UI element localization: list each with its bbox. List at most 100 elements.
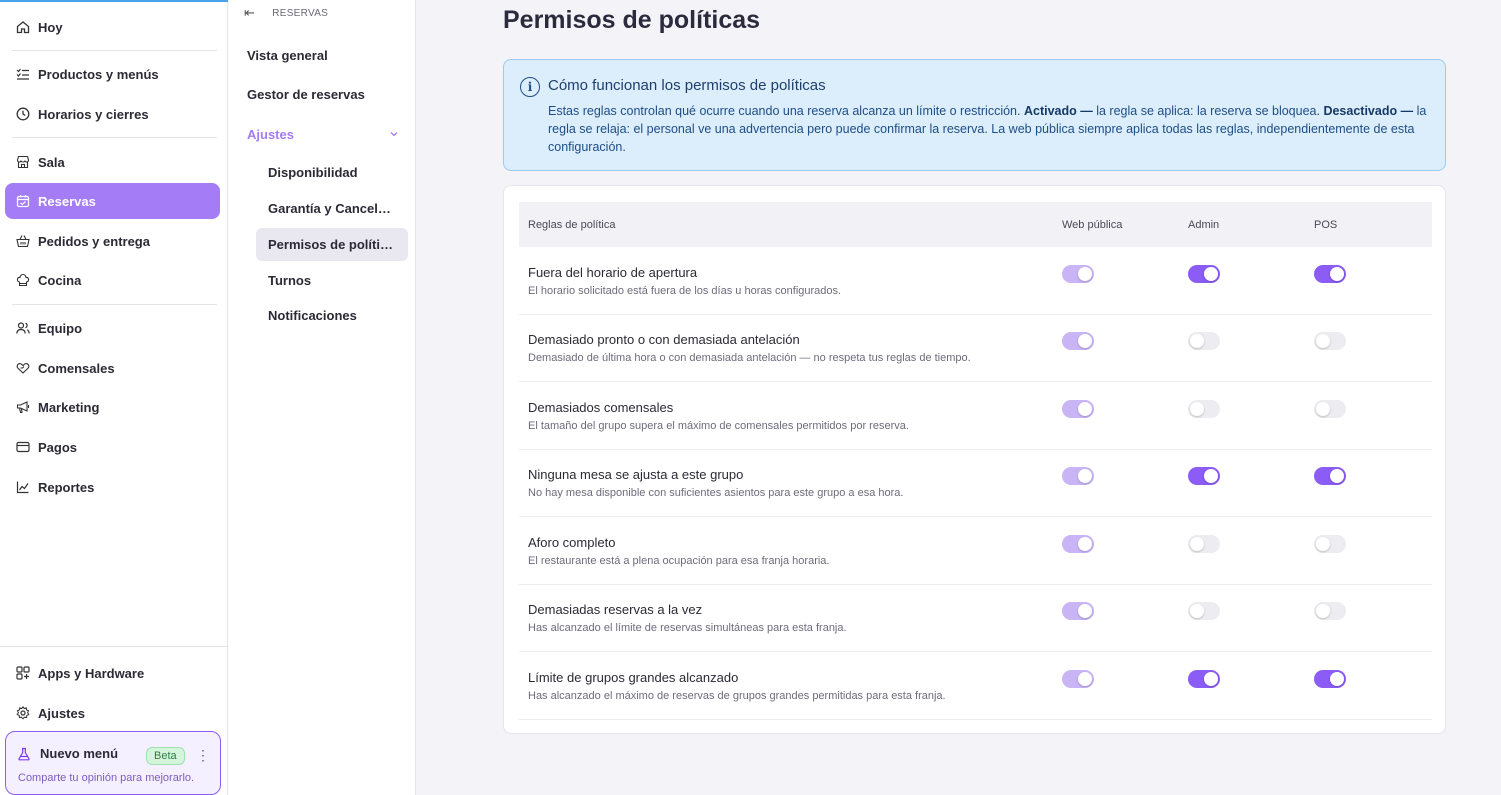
- back-to-reservas[interactable]: ⇤ RESERVAS: [244, 5, 328, 21]
- sidebar-item-marketing[interactable]: Marketing: [5, 389, 220, 425]
- flask-icon: [17, 747, 31, 761]
- calendar-icon: [16, 194, 30, 208]
- admin-toggle[interactable]: [1188, 670, 1220, 688]
- sidebar-item-ajustes[interactable]: Ajustes: [5, 695, 220, 731]
- chart-icon: [16, 480, 30, 494]
- info-body: Estas reglas controlan qué ocurre cuando…: [548, 102, 1433, 156]
- toggle-knob: [1316, 604, 1330, 618]
- heart-hand-icon: [16, 361, 30, 375]
- sidebar-item-horarios[interactable]: Horarios y cierres: [5, 96, 220, 132]
- toggle-knob: [1078, 672, 1092, 686]
- sidebar-item-reservas[interactable]: Reservas: [5, 183, 220, 219]
- sidebar-item-label: Comensales: [38, 360, 115, 376]
- toggle-knob: [1078, 334, 1092, 348]
- subnav-child-garantia[interactable]: Garantía y Cancelación: [256, 192, 408, 225]
- subnav-item-gestor[interactable]: Gestor de reservas: [247, 84, 365, 104]
- rule-title: Demasiadas reservas a la vez: [528, 602, 703, 617]
- subnav-group-ajustes[interactable]: Ajustes: [247, 124, 399, 144]
- sidebar-item-label: Cocina: [38, 272, 82, 288]
- pos-toggle[interactable]: [1314, 332, 1346, 350]
- rule-title: Aforo completo: [528, 535, 616, 550]
- table-row: Demasiado pronto o con demasiada antelac…: [519, 315, 1432, 382]
- basket-icon: [16, 234, 30, 248]
- list-check-icon: [16, 67, 30, 81]
- rule-description: Demasiado de última hora o con demasiada…: [528, 352, 971, 364]
- more-options-icon[interactable]: ⋮: [196, 747, 210, 764]
- toggle-knob: [1190, 604, 1204, 618]
- clock-icon: [16, 107, 30, 121]
- info-icon: i: [520, 77, 540, 97]
- subnav-child-notificaciones[interactable]: Notificaciones: [256, 299, 408, 332]
- subnav-item-vista-general[interactable]: Vista general: [247, 45, 328, 65]
- sidebar-item-pagos[interactable]: Pagos: [5, 429, 220, 465]
- sidebar-item-hoy[interactable]: Hoy: [5, 9, 220, 45]
- toggle-knob: [1190, 537, 1204, 551]
- admin-toggle[interactable]: [1188, 535, 1220, 553]
- admin-toggle[interactable]: [1188, 332, 1220, 350]
- sidebar-item-sala[interactable]: Sala: [5, 144, 220, 180]
- pos-toggle[interactable]: [1314, 467, 1346, 485]
- admin-toggle[interactable]: [1188, 265, 1220, 283]
- sidebar-item-comensales[interactable]: Comensales: [5, 350, 220, 386]
- sidebar-item-productos[interactable]: Productos y menús: [5, 56, 220, 92]
- card-icon: [16, 440, 30, 454]
- rule-title: Demasiados comensales: [528, 400, 674, 415]
- web-toggle: [1062, 602, 1094, 620]
- column-header: POS: [1314, 218, 1338, 231]
- pos-toggle[interactable]: [1314, 535, 1346, 553]
- pos-toggle[interactable]: [1314, 670, 1346, 688]
- sidebar-item-apps[interactable]: Apps y Hardware: [5, 655, 220, 691]
- sidebar-item-pedidos[interactable]: Pedidos y entrega: [5, 223, 220, 259]
- column-header: Web pública: [1062, 218, 1123, 231]
- admin-toggle[interactable]: [1188, 467, 1220, 485]
- info-text: Estas reglas controlan qué ocurre cuando…: [548, 104, 1021, 118]
- main-sidebar: Hoy Productos y menús Horarios y cierres…: [0, 0, 228, 795]
- sidebar-item-cocina[interactable]: Cocina: [5, 262, 220, 298]
- toggle-knob: [1078, 267, 1092, 281]
- page-title: Permisos de políticas: [503, 6, 761, 34]
- subnav-group-label: Ajustes: [247, 126, 294, 142]
- divider: [12, 50, 217, 51]
- web-toggle: [1062, 670, 1094, 688]
- sidebar-item-reportes[interactable]: Reportes: [5, 469, 220, 505]
- rule-title: Ninguna mesa se ajusta a este grupo: [528, 467, 744, 482]
- toggle-knob: [1316, 402, 1330, 416]
- subnav-child-label: Turnos: [268, 273, 312, 288]
- pos-toggle[interactable]: [1314, 265, 1346, 283]
- toggle-knob: [1078, 469, 1092, 483]
- admin-toggle[interactable]: [1188, 400, 1220, 418]
- sidebar-item-label: Productos y menús: [38, 66, 159, 82]
- info-title: Cómo funcionan los permisos de políticas: [548, 77, 826, 94]
- sidebar-item-label: Pagos: [38, 439, 78, 455]
- sidebar-item-label: Reportes: [38, 479, 95, 495]
- table-row: Aforo completo El restaurante está a plen…: [519, 518, 1432, 585]
- toggle-knob: [1078, 537, 1092, 551]
- new-menu-beta-card[interactable]: Nuevo menú Beta ⋮ Comparte tu opinión pa…: [5, 731, 221, 795]
- policy-table-card: Reglas de política Web pública Admin POS…: [503, 185, 1446, 734]
- sidebar-item-label: Hoy: [38, 19, 63, 35]
- beta-card-subtitle: Comparte tu opinión para mejorarlo.: [18, 772, 195, 784]
- admin-toggle[interactable]: [1188, 602, 1220, 620]
- sidebar-item-label: Horarios y cierres: [38, 106, 149, 122]
- collapse-left-icon[interactable]: ⇤: [244, 5, 255, 21]
- sidebar-item-equipo[interactable]: Equipo: [5, 310, 220, 346]
- sidebar-item-label: Pedidos y entrega: [38, 233, 150, 249]
- pos-toggle[interactable]: [1314, 602, 1346, 620]
- toggle-knob: [1330, 267, 1344, 281]
- pos-toggle[interactable]: [1314, 400, 1346, 418]
- toggle-knob: [1190, 334, 1204, 348]
- subnav-child-permisos[interactable]: Permisos de políticas: [256, 228, 408, 261]
- sidebar-item-label: Reservas: [38, 193, 96, 209]
- divider: [0, 646, 228, 647]
- subnav-child-disponibilidad[interactable]: Disponibilidad: [256, 156, 408, 189]
- users-icon: [16, 321, 30, 335]
- subnav-child-turnos[interactable]: Turnos: [256, 264, 408, 297]
- table-row: Ninguna mesa se ajusta a este grupo No ha…: [519, 450, 1432, 517]
- web-toggle: [1062, 400, 1094, 418]
- subnav-child-label: Notificaciones: [268, 308, 357, 323]
- info-bold: Desactivado —: [1323, 104, 1414, 118]
- subnav-child-label: Disponibilidad: [268, 165, 358, 180]
- gear-icon: [16, 706, 30, 720]
- table-row: Límite de grupos grandes alcanzado Has al…: [519, 653, 1432, 720]
- subnav-child-label: Garantía y Cancelación: [268, 201, 398, 216]
